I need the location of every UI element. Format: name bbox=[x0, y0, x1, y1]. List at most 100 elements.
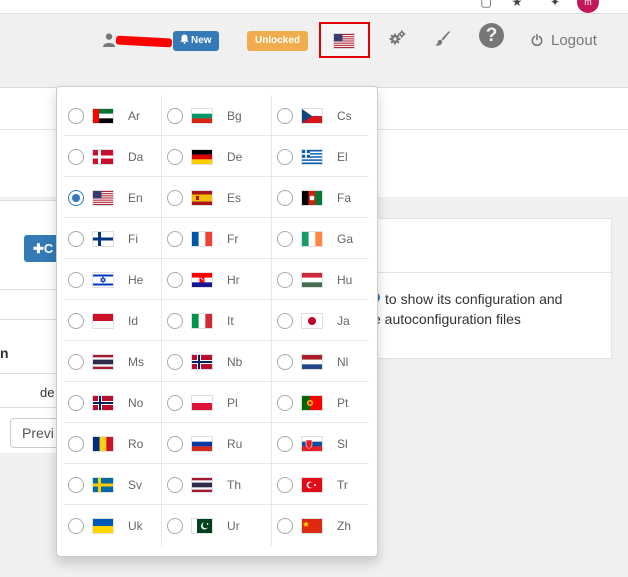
language-radio[interactable] bbox=[167, 518, 183, 534]
cz-flag-icon bbox=[302, 109, 322, 123]
language-option-ur[interactable]: Ur bbox=[162, 505, 272, 546]
language-radio[interactable] bbox=[167, 108, 183, 124]
language-radio[interactable] bbox=[277, 436, 293, 452]
language-option-el[interactable]: El bbox=[272, 136, 369, 177]
pl-flag-icon bbox=[192, 396, 212, 410]
language-option-bg[interactable]: Bg bbox=[162, 95, 272, 136]
language-radio[interactable] bbox=[277, 518, 293, 534]
il-flag-graphic bbox=[93, 273, 113, 287]
language-radio[interactable] bbox=[68, 477, 84, 493]
language-radio[interactable] bbox=[68, 272, 84, 288]
de-flag-graphic bbox=[192, 150, 212, 164]
language-radio[interactable] bbox=[68, 149, 84, 165]
language-option-es[interactable]: Es bbox=[162, 177, 272, 218]
star-icon[interactable]: ★ bbox=[510, 0, 524, 9]
paint-brush-icon[interactable] bbox=[434, 30, 450, 46]
it-flag-graphic bbox=[192, 314, 212, 328]
language-radio[interactable] bbox=[68, 395, 84, 411]
language-option-nl[interactable]: Nl bbox=[272, 341, 369, 382]
ro-flag-icon bbox=[93, 437, 113, 451]
language-radio[interactable] bbox=[167, 272, 183, 288]
language-option-zh[interactable]: Zh bbox=[272, 505, 369, 546]
language-radio[interactable] bbox=[277, 272, 293, 288]
language-radio[interactable] bbox=[167, 436, 183, 452]
language-radio[interactable] bbox=[68, 108, 84, 124]
language-option-tr[interactable]: Tr bbox=[272, 464, 369, 505]
language-option-fa[interactable]: Fa bbox=[272, 177, 369, 218]
language-radio[interactable] bbox=[167, 231, 183, 247]
language-option-it[interactable]: It bbox=[162, 300, 272, 341]
language-radio[interactable] bbox=[167, 395, 183, 411]
language-radio[interactable] bbox=[68, 436, 84, 452]
profile-avatar[interactable]: m bbox=[577, 0, 599, 13]
language-option-en[interactable]: En bbox=[63, 177, 162, 218]
language-radio[interactable] bbox=[167, 190, 183, 206]
language-option-sl[interactable]: Sl bbox=[272, 423, 369, 464]
language-radio[interactable] bbox=[277, 395, 293, 411]
new-badge[interactable]: New bbox=[173, 31, 219, 51]
divider bbox=[0, 319, 57, 320]
language-option-de[interactable]: De bbox=[162, 136, 272, 177]
language-radio[interactable] bbox=[277, 149, 293, 165]
language-option-hr[interactable]: Hr bbox=[162, 259, 272, 300]
language-option-no[interactable]: No bbox=[63, 382, 162, 423]
language-label: Cs bbox=[337, 109, 352, 123]
language-radio[interactable] bbox=[167, 149, 183, 165]
language-radio[interactable] bbox=[277, 313, 293, 329]
language-label: Id bbox=[128, 314, 139, 328]
language-option-he[interactable]: He bbox=[63, 259, 162, 300]
language-option-ms[interactable]: Ms bbox=[63, 341, 162, 382]
pt-flag-icon bbox=[302, 396, 322, 410]
logout-link[interactable]: Logout bbox=[531, 31, 597, 51]
language-option-sv[interactable]: Sv bbox=[63, 464, 162, 505]
language-option-ja[interactable]: Ja bbox=[272, 300, 369, 341]
language-option-nb[interactable]: Nb bbox=[162, 341, 272, 382]
it-flag-icon bbox=[192, 314, 212, 328]
language-option-th[interactable]: Th bbox=[162, 464, 272, 505]
language-radio[interactable] bbox=[167, 477, 183, 493]
language-radio[interactable] bbox=[277, 190, 293, 206]
question-circle-icon[interactable]: ? bbox=[479, 23, 504, 48]
language-option-fr[interactable]: Fr bbox=[162, 218, 272, 259]
extensions-icon[interactable]: ✦ bbox=[548, 0, 562, 9]
ae-flag-graphic bbox=[93, 109, 113, 123]
language-radio[interactable] bbox=[68, 190, 84, 206]
language-radio[interactable] bbox=[167, 354, 183, 370]
language-option-uk[interactable]: Uk bbox=[63, 505, 162, 546]
language-option-cs[interactable]: Cs bbox=[272, 95, 369, 136]
language-radio[interactable] bbox=[277, 354, 293, 370]
language-label: No bbox=[128, 396, 144, 410]
language-option-ro[interactable]: Ro bbox=[63, 423, 162, 464]
panel-divider bbox=[377, 272, 613, 273]
language-label: Th bbox=[227, 478, 242, 492]
gears-icon[interactable] bbox=[389, 30, 406, 46]
language-option-pl[interactable]: Pl bbox=[162, 382, 272, 423]
language-radio[interactable] bbox=[167, 313, 183, 329]
tr-flag-icon bbox=[302, 478, 322, 492]
language-radio[interactable] bbox=[277, 477, 293, 493]
language-radio[interactable] bbox=[68, 231, 84, 247]
language-selector-button[interactable] bbox=[319, 22, 370, 58]
language-option-fi[interactable]: Fi bbox=[63, 218, 162, 259]
language-label: Ms bbox=[128, 355, 144, 369]
language-option-da[interactable]: Da bbox=[63, 136, 162, 177]
tab-icon[interactable]: ▢ bbox=[479, 0, 493, 9]
unlocked-badge[interactable]: Unlocked bbox=[247, 31, 308, 51]
language-option-hu[interactable]: Hu bbox=[272, 259, 369, 300]
language-option-ar[interactable]: Ar bbox=[63, 95, 162, 136]
language-radio[interactable] bbox=[277, 108, 293, 124]
no-flag-graphic bbox=[192, 355, 212, 369]
language-option-ga[interactable]: Ga bbox=[272, 218, 369, 259]
language-label: Pt bbox=[337, 396, 349, 410]
language-label: Fr bbox=[227, 232, 239, 246]
language-option-pt[interactable]: Pt bbox=[272, 382, 369, 423]
language-radio[interactable] bbox=[68, 518, 84, 534]
language-radio[interactable] bbox=[68, 313, 84, 329]
af-flag-graphic bbox=[302, 191, 322, 205]
language-radio[interactable] bbox=[277, 231, 293, 247]
language-label: Hr bbox=[227, 273, 240, 287]
fi-flag-graphic bbox=[93, 232, 113, 246]
language-radio[interactable] bbox=[68, 354, 84, 370]
language-option-id[interactable]: Id bbox=[63, 300, 162, 341]
language-option-ru[interactable]: Ru bbox=[162, 423, 272, 464]
